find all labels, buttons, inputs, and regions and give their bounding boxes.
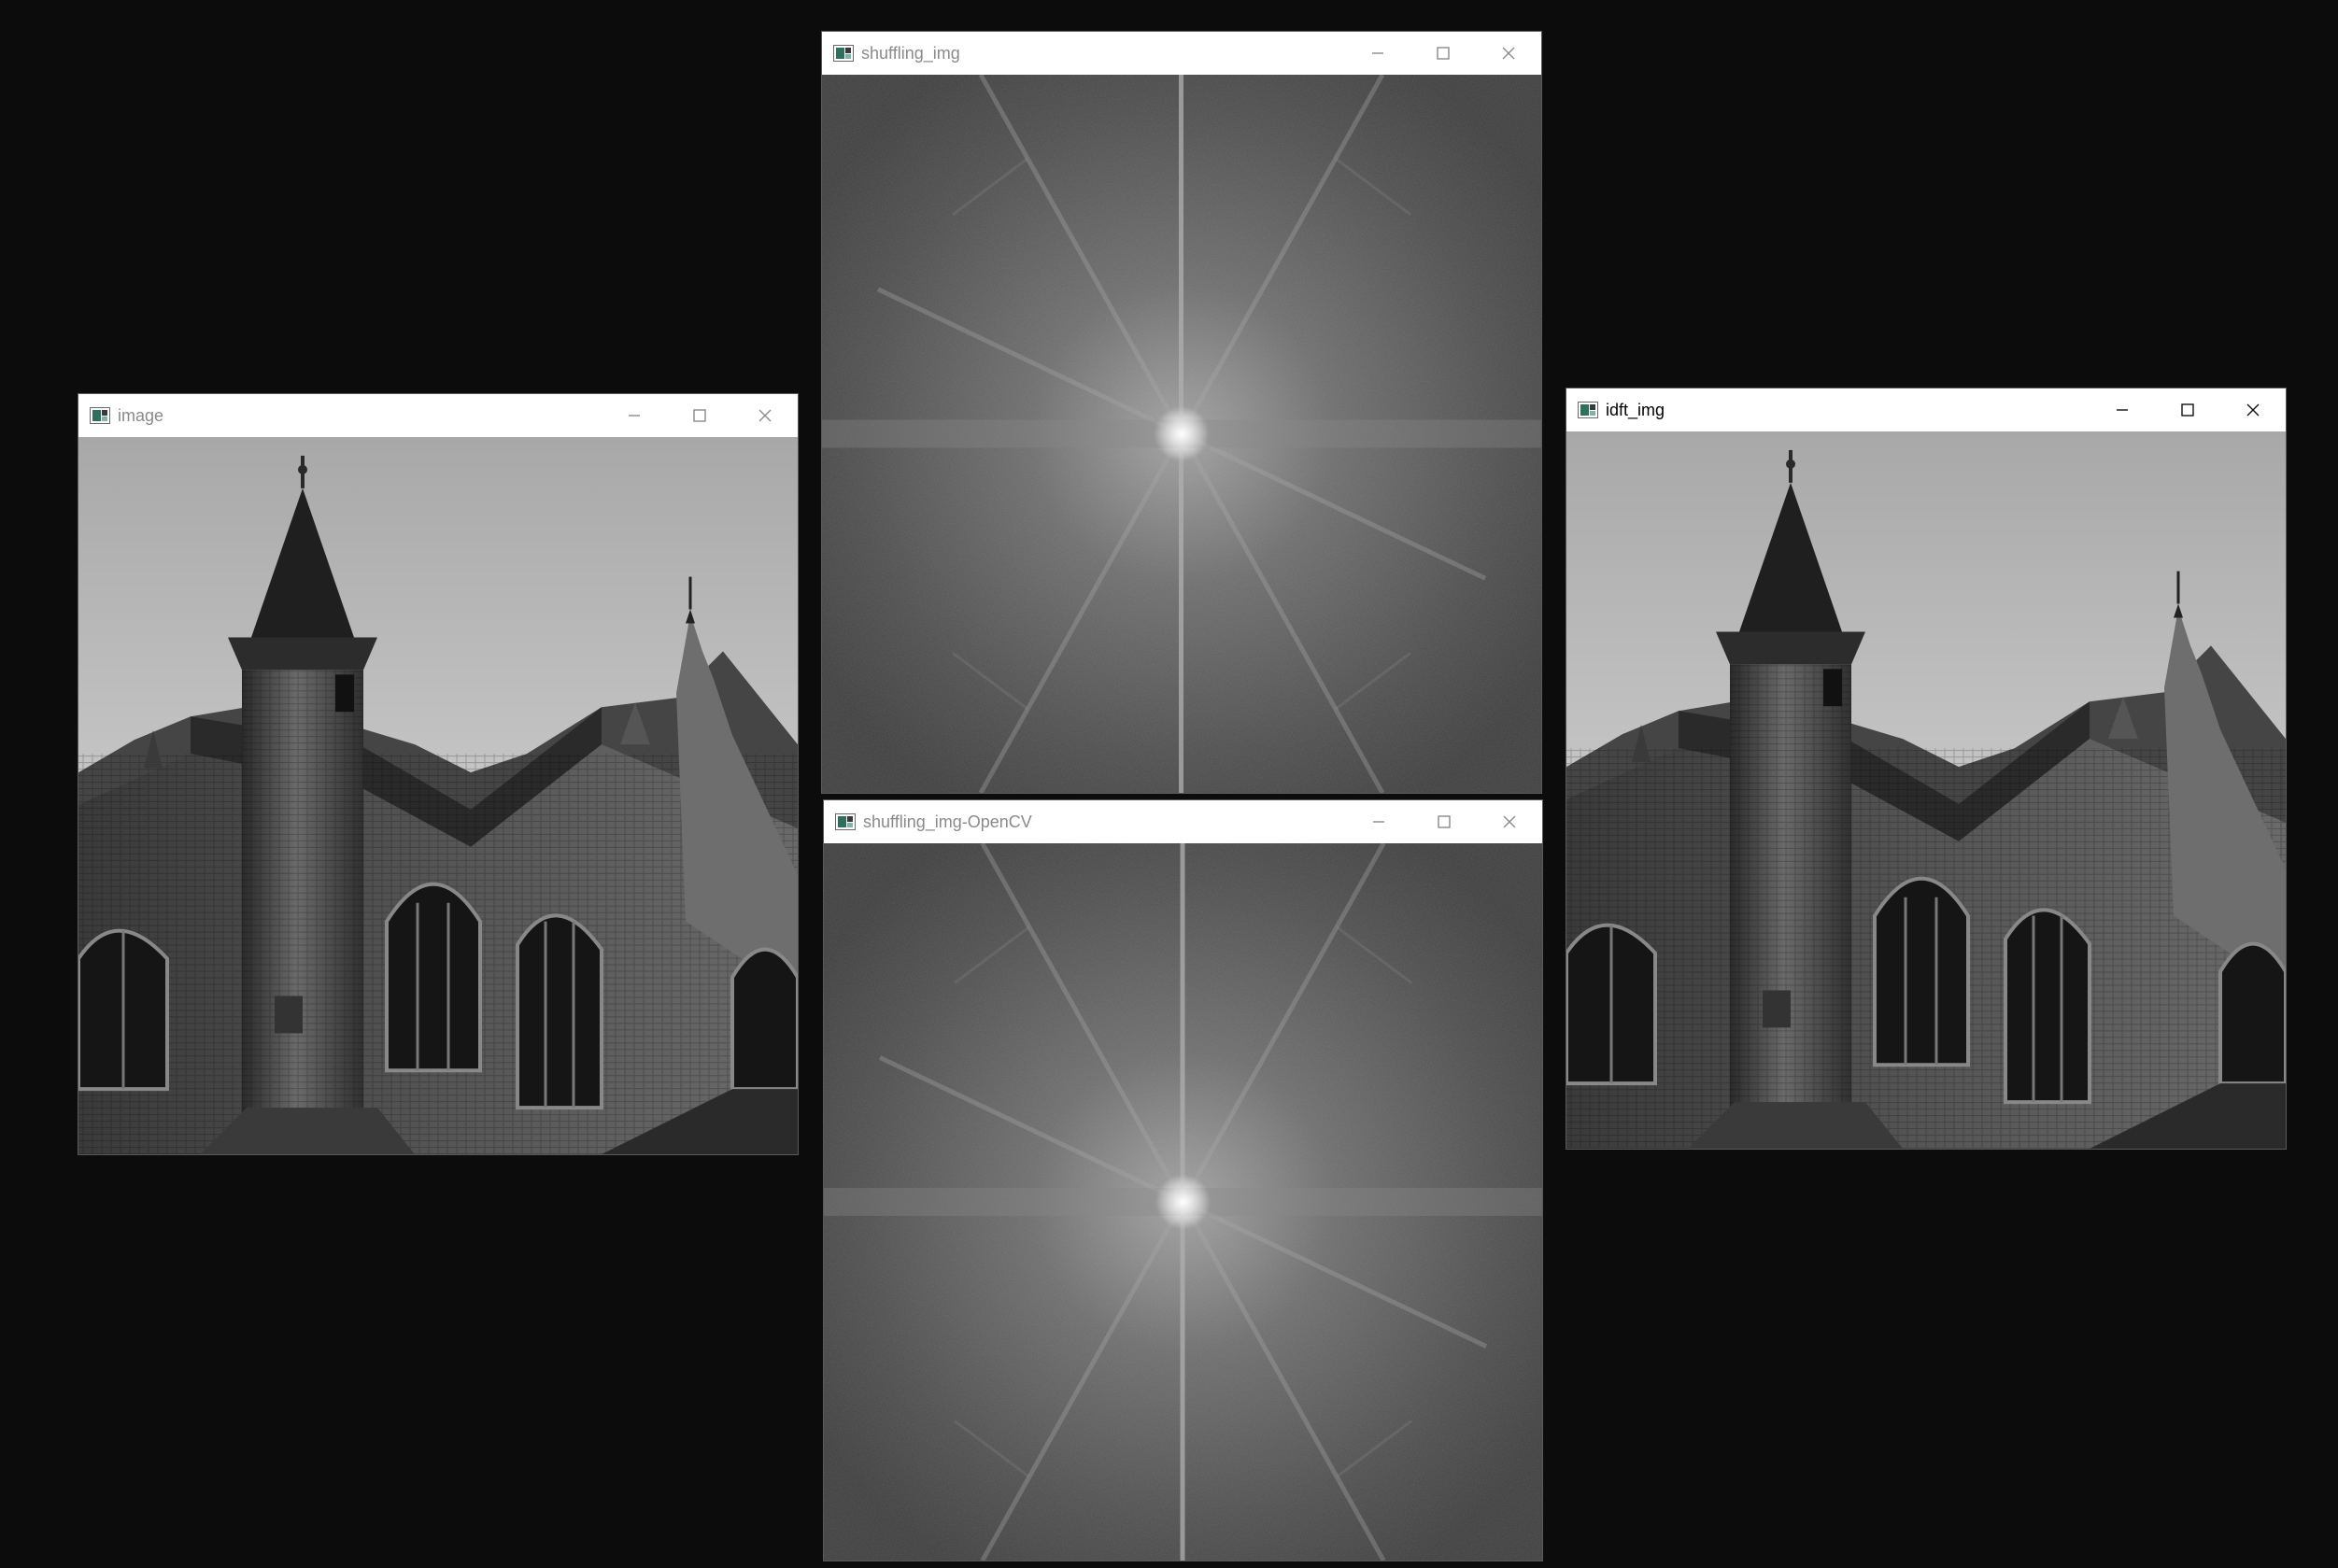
app-icon — [833, 45, 854, 62]
fourier-spectrum — [822, 75, 1541, 793]
window-title: shuffling_img — [861, 43, 960, 63]
close-icon — [2246, 403, 2260, 417]
minimize-icon — [2117, 409, 2128, 411]
close-button[interactable] — [732, 394, 798, 437]
window-title: image — [118, 405, 164, 425]
idft-canvas — [1566, 431, 2286, 1149]
maximize-button[interactable] — [2155, 388, 2220, 431]
spectrum-canvas — [824, 843, 1542, 1561]
minimize-button[interactable] — [2090, 388, 2155, 431]
minimize-icon — [629, 415, 640, 417]
image-canvas — [78, 437, 798, 1154]
minimize-icon — [1372, 52, 1383, 54]
minimize-button[interactable] — [602, 394, 667, 437]
app-icon — [1578, 402, 1598, 418]
window-idft-img[interactable]: idft_img — [1566, 388, 2287, 1150]
window-image[interactable]: image — [78, 393, 799, 1155]
maximize-button[interactable] — [1410, 32, 1476, 75]
building-photo — [78, 437, 798, 1154]
close-button[interactable] — [1476, 32, 1541, 75]
maximize-icon — [1438, 815, 1451, 828]
maximize-icon — [2181, 403, 2194, 417]
minimize-icon — [1373, 821, 1384, 823]
window-title: shuffling_img-OpenCV — [863, 812, 1032, 831]
window-title: idft_img — [1606, 400, 1665, 419]
maximize-button[interactable] — [1411, 800, 1477, 843]
window-shuffling-img-opencv[interactable]: shuffling_img-OpenCV — [823, 799, 1543, 1561]
title-bar[interactable]: shuffling_img — [822, 32, 1541, 75]
app-icon — [90, 407, 110, 424]
title-bar[interactable]: image — [78, 394, 798, 437]
close-button[interactable] — [1477, 800, 1542, 843]
building-photo — [1566, 431, 2286, 1149]
maximize-icon — [693, 409, 706, 422]
title-bar[interactable]: idft_img — [1566, 388, 2286, 431]
close-icon — [1502, 47, 1515, 60]
close-button[interactable] — [2220, 388, 2286, 431]
maximize-icon — [1437, 47, 1450, 60]
close-icon — [1503, 815, 1516, 828]
window-shuffling-img[interactable]: shuffling_img — [821, 31, 1542, 794]
minimize-button[interactable] — [1345, 32, 1410, 75]
close-icon — [758, 409, 772, 422]
minimize-button[interactable] — [1346, 800, 1411, 843]
spectrum-canvas — [822, 75, 1541, 793]
maximize-button[interactable] — [667, 394, 732, 437]
app-icon — [835, 813, 856, 830]
fourier-spectrum — [824, 843, 1542, 1561]
title-bar[interactable]: shuffling_img-OpenCV — [824, 800, 1542, 843]
